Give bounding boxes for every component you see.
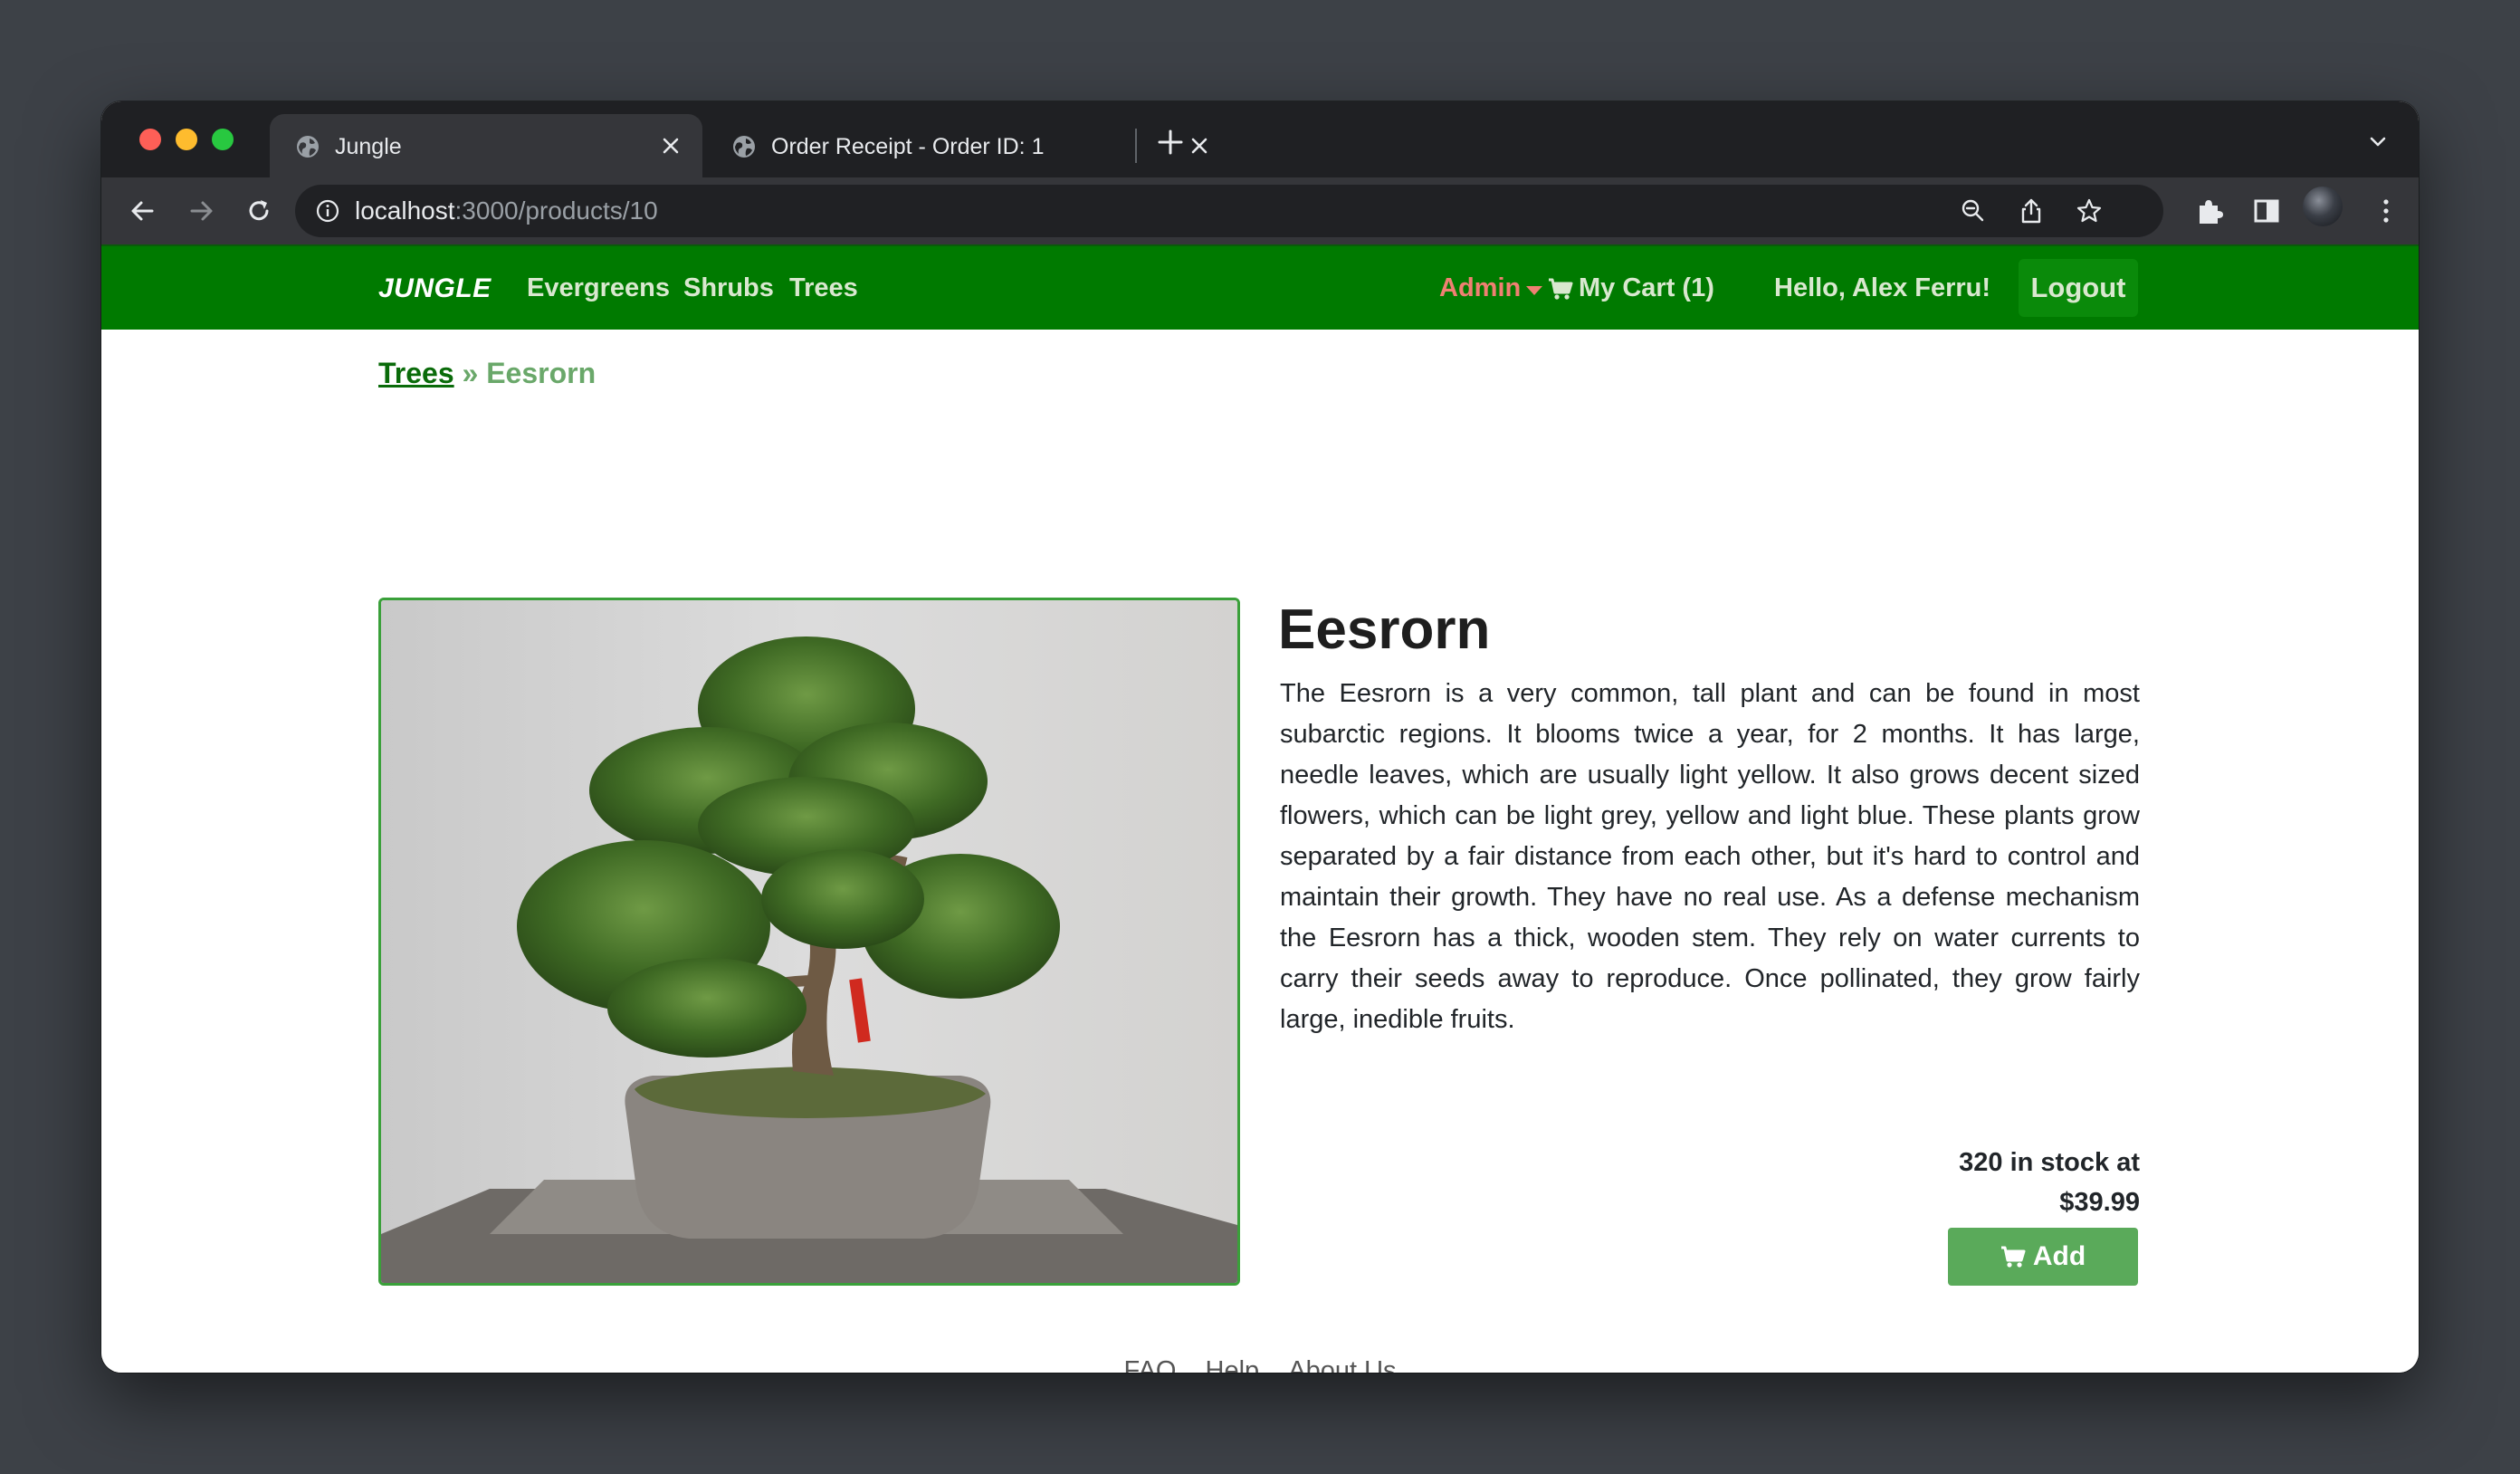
breadcrumb-link-trees[interactable]: Trees: [378, 357, 454, 389]
info-icon[interactable]: [315, 198, 340, 224]
minimize-window-button[interactable]: [176, 129, 197, 150]
footer-link-about[interactable]: About Us: [1288, 1356, 1396, 1373]
nav-link-evergreens[interactable]: Evergreens: [527, 273, 670, 303]
star-icon[interactable]: [2075, 196, 2104, 225]
forward-arrow-icon[interactable]: [185, 195, 217, 227]
side-panel-icon[interactable]: [2250, 195, 2283, 227]
caret-down-icon: [1526, 286, 1542, 295]
my-cart-link[interactable]: My Cart (1): [1579, 273, 1714, 303]
breadcrumb: Trees » Eesrorn: [378, 357, 596, 390]
tab-title: Jungle: [335, 134, 402, 159]
close-icon[interactable]: [655, 130, 686, 161]
brand-logo[interactable]: JUNGLE: [378, 273, 492, 304]
plus-icon[interactable]: [1151, 123, 1189, 161]
share-icon[interactable]: [2017, 196, 2046, 225]
reload-icon[interactable]: [243, 195, 275, 227]
browser-window: Jungle Order Receipt - Order ID: 1 local…: [101, 101, 2419, 1373]
logout-button[interactable]: Logout: [2019, 259, 2138, 317]
nav-link-shrubs[interactable]: Shrubs: [683, 273, 774, 303]
page-content: JUNGLE Evergreens Shrubs Trees Admin My …: [101, 244, 2419, 1373]
admin-dropdown[interactable]: Admin: [1439, 273, 1521, 303]
url-path: :3000/products/10: [454, 196, 658, 225]
breadcrumb-separator: »: [462, 357, 479, 389]
product-price: $39.99: [2059, 1188, 2140, 1217]
profile-avatar[interactable]: [2303, 187, 2343, 226]
add-button-label: Add: [2032, 1241, 2086, 1271]
back-arrow-icon[interactable]: [127, 195, 159, 227]
site-navbar: JUNGLE Evergreens Shrubs Trees Admin My …: [101, 244, 2419, 330]
globe-icon: [297, 136, 319, 158]
footer-link-help[interactable]: Help: [1206, 1356, 1260, 1373]
nav-link-trees[interactable]: Trees: [789, 273, 858, 303]
extensions-puzzle-icon[interactable]: [2192, 195, 2225, 227]
chevron-down-icon[interactable]: [2364, 129, 2391, 156]
url-host: localhost: [355, 196, 455, 225]
breadcrumb-current: Eesrorn: [486, 357, 597, 389]
address-bar[interactable]: localhost:3000/products/10: [295, 185, 2163, 237]
user-greeting: Hello, Alex Ferru!: [1774, 273, 1991, 302]
maximize-window-button[interactable]: [212, 129, 234, 150]
stock-count: 320 in stock at: [1959, 1148, 2140, 1177]
shopping-cart-icon: [1549, 278, 1573, 300]
globe-icon: [733, 136, 755, 158]
tab-title: Order Receipt - Order ID: 1: [771, 134, 1045, 159]
url-text: localhost:3000/products/10: [355, 196, 658, 225]
tab-strip: Jungle Order Receipt - Order ID: 1: [101, 101, 2419, 177]
bonsai-tree-icon: [381, 600, 1237, 1283]
tab-separator: [1135, 129, 1137, 163]
product-title: Eesrorn: [1278, 598, 1491, 661]
shopping-cart-icon: [2000, 1246, 2026, 1268]
more-menu-icon[interactable]: [2370, 195, 2402, 227]
tab-jungle[interactable]: Jungle: [270, 114, 702, 177]
footer-link-faq[interactable]: FAQ: [1123, 1356, 1176, 1373]
footer-links: FAQ Help About Us: [101, 1356, 2419, 1373]
add-to-cart-button[interactable]: Add: [1948, 1228, 2138, 1286]
product-image: [378, 598, 1240, 1286]
zoom-out-icon[interactable]: [1959, 196, 1988, 225]
product-description: The Eesrorn is a very common, tall plant…: [1280, 679, 2140, 1034]
close-window-button[interactable]: [139, 129, 161, 150]
